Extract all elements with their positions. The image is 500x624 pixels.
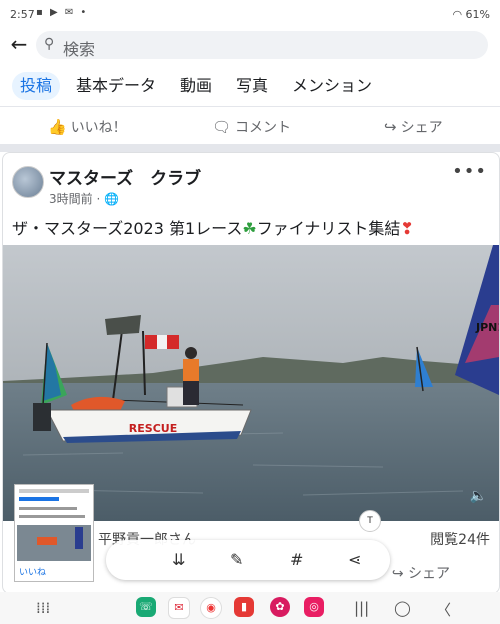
view-count[interactable]: 閲覧24件 — [430, 529, 490, 549]
thumbs-up-icon: 👍 — [48, 118, 67, 136]
comment-bubble-icon: 🗨 — [212, 118, 232, 136]
edit-draw-icon[interactable]: ✎ — [230, 550, 243, 569]
scroll-capture-icon[interactable]: ⇊ — [172, 550, 185, 569]
sail-number: JPN1 — [475, 321, 499, 334]
tab-videos[interactable]: 動画 — [172, 72, 220, 100]
hashtag-icon[interactable]: # — [290, 550, 303, 569]
heart-exclamation-emoji-icon: ❣ — [400, 219, 414, 238]
tab-mentions[interactable]: メンション — [284, 72, 380, 100]
navigation-bar: ⁞⁞⁞ ☏ ✉ ◉ ▮ ✿ ◎ ||| ◯ 〈 — [0, 592, 500, 624]
screenshot-toolbar: ⇊ ✎ # ⋖ — [106, 540, 390, 580]
camera-app-icon[interactable]: ◎ — [304, 597, 324, 617]
share-arrow-icon: ↪ — [384, 118, 397, 136]
post-meta: 3時間前 · 🌐 — [49, 192, 120, 206]
clover-emoji-icon: ☘ — [242, 219, 257, 238]
battery-indicator: ◠ 61% — [452, 8, 490, 21]
search-icon: ⚲ — [44, 36, 55, 52]
back-icon[interactable]: 〈 — [436, 599, 451, 620]
tab-about[interactable]: 基本データ — [68, 72, 164, 100]
recent-apps-icon[interactable]: ||| — [354, 599, 369, 617]
share-arrow-icon: ↪ — [391, 566, 408, 582]
post-time[interactable]: 3時間前 — [49, 192, 93, 206]
search-placeholder: 検索 — [63, 40, 96, 59]
search-bar: ← ⚲ 検索 — [0, 28, 500, 62]
more-options-icon[interactable]: ••• — [452, 161, 487, 182]
comment-button[interactable]: 🗨 コメント — [212, 117, 291, 137]
post-video[interactable]: JPN1 RESCUE — [3, 245, 499, 521]
screenshot-thumbnail[interactable]: いいね — [14, 484, 94, 582]
tab-photos[interactable]: 写真 — [228, 72, 276, 100]
feed-separator — [0, 144, 500, 152]
post-share-button[interactable]: ↪ シェア — [392, 563, 450, 583]
search-input[interactable]: ⚲ 検索 — [36, 31, 488, 59]
post-author[interactable]: マスターズ クラブ — [49, 164, 201, 189]
status-bar: 2:57 ▪ ▶ ✉ • ◠ 61% — [0, 0, 500, 28]
page-avatar[interactable] — [12, 166, 44, 198]
tab-posts[interactable]: 投稿 — [12, 72, 61, 100]
share-button[interactable]: ↪ シェア — [384, 117, 443, 137]
gallery-app-icon[interactable]: ✿ — [270, 597, 290, 617]
page-tabs: 投稿 基本データ 動画 写真 メンション — [0, 66, 500, 107]
phone-app-icon[interactable]: ☏ — [136, 597, 156, 617]
thumbnail-text: いいね — [19, 568, 47, 578]
home-icon[interactable]: ◯ — [394, 599, 411, 617]
chrome-app-icon[interactable]: ◉ — [200, 597, 222, 619]
status-notification-icons: ▪ ▶ ✉ • — [36, 7, 89, 18]
gmail-app-icon[interactable]: ✉ — [168, 597, 190, 619]
globe-icon: 🌐 — [104, 192, 120, 206]
status-time: 2:57 — [10, 8, 35, 21]
volume-icon[interactable]: 🔈 — [470, 488, 487, 504]
post-text: ザ・マスターズ2023 第1レース☘ファイナリスト集結❣ — [12, 219, 414, 238]
notes-app-icon[interactable]: ▮ — [234, 597, 254, 617]
app-drawer-icon[interactable]: ⁞⁞⁞ — [36, 599, 50, 617]
boat-label: RESCUE — [129, 422, 177, 435]
previous-post-actions: 👍 いいね！ 🗨 コメント ↪ シェア — [0, 108, 500, 144]
text-extract-icon[interactable]: T — [359, 510, 381, 532]
share-icon[interactable]: ⋖ — [348, 550, 361, 569]
wifi-icon: ◠ — [452, 8, 466, 21]
back-arrow-icon[interactable]: ← — [8, 32, 30, 56]
like-button[interactable]: 👍 いいね！ — [48, 117, 127, 137]
